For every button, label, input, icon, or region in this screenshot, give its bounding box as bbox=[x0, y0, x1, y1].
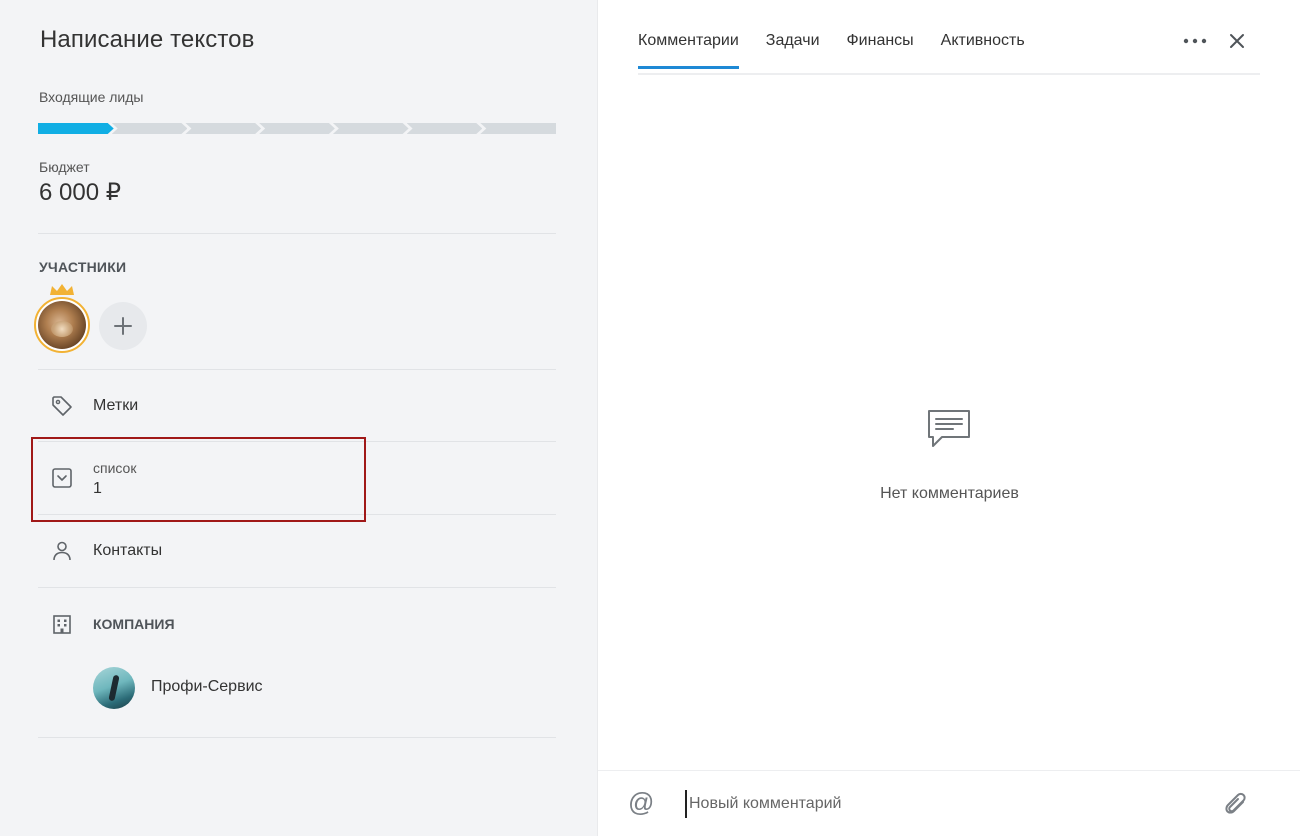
avatar bbox=[34, 297, 90, 353]
comment-bubble-icon bbox=[928, 410, 970, 447]
tabs-underline bbox=[638, 73, 1260, 75]
close-icon bbox=[1230, 34, 1244, 48]
tab-finance[interactable]: Финансы bbox=[847, 32, 914, 69]
close-button[interactable] bbox=[1226, 30, 1248, 52]
participants-heading: УЧАСТНИКИ bbox=[39, 259, 127, 275]
pipeline-stages bbox=[38, 123, 557, 134]
list-field-row[interactable] bbox=[38, 442, 556, 514]
tab-activity[interactable]: Активность bbox=[941, 32, 1025, 69]
tags-row[interactable]: Метки bbox=[38, 370, 556, 441]
building-icon bbox=[50, 612, 74, 636]
pipeline-stage-5[interactable] bbox=[333, 123, 409, 134]
add-participant-button[interactable] bbox=[99, 302, 147, 350]
plus-icon bbox=[114, 317, 132, 335]
contacts-label: Контакты bbox=[93, 542, 163, 559]
more-options-button[interactable] bbox=[1182, 30, 1208, 52]
budget-label: Бюджет bbox=[39, 159, 90, 175]
paperclip-icon[interactable] bbox=[1221, 790, 1251, 820]
pipeline-stage-4[interactable] bbox=[259, 123, 335, 134]
list-field-value[interactable]: 1 bbox=[93, 480, 102, 498]
empty-comments-text: Нет комментариев bbox=[880, 485, 1019, 502]
pipeline-stage-label: Входящие лиды bbox=[39, 89, 144, 105]
deal-details-panel: Написание текстов Входящие лиды Бюджет 6… bbox=[0, 0, 597, 836]
company-avatar[interactable] bbox=[93, 667, 135, 709]
activity-panel: Комментарии Задачи Финансы Активность Не… bbox=[597, 0, 1300, 836]
budget-value[interactable]: 6 000 ₽ bbox=[39, 178, 121, 207]
composer-divider bbox=[598, 770, 1300, 771]
more-dots-icon bbox=[1183, 38, 1207, 44]
tab-comments[interactable]: Комментарии bbox=[638, 32, 739, 69]
pipeline-stage-7[interactable] bbox=[480, 123, 557, 134]
new-comment-input[interactable] bbox=[685, 790, 1185, 818]
divider bbox=[38, 737, 556, 738]
tab-tasks[interactable]: Задачи bbox=[766, 32, 820, 69]
dropdown-field-icon bbox=[50, 466, 74, 490]
list-field-label: список bbox=[93, 460, 137, 476]
person-icon bbox=[50, 539, 74, 563]
pipeline-stage-6[interactable] bbox=[407, 123, 483, 134]
pipeline-stage-3[interactable] bbox=[185, 123, 261, 134]
divider bbox=[38, 587, 556, 588]
company-heading: КОМПАНИЯ bbox=[93, 616, 175, 632]
divider bbox=[38, 233, 556, 234]
tags-label: Метки bbox=[93, 396, 139, 414]
panel-tabs: Комментарии Задачи Финансы Активность bbox=[638, 32, 1052, 69]
crown-icon bbox=[50, 284, 74, 295]
mention-button[interactable]: @ bbox=[628, 787, 654, 818]
pipeline-stage-2[interactable] bbox=[112, 123, 188, 134]
deal-title[interactable]: Написание текстов bbox=[40, 26, 254, 54]
tag-icon bbox=[50, 394, 74, 418]
pipeline-stage-1[interactable] bbox=[38, 123, 114, 134]
contacts-row[interactable]: Контакты bbox=[38, 515, 556, 587]
company-name-link[interactable]: Профи-Сервис bbox=[151, 678, 263, 696]
participant-owner[interactable] bbox=[34, 284, 90, 353]
